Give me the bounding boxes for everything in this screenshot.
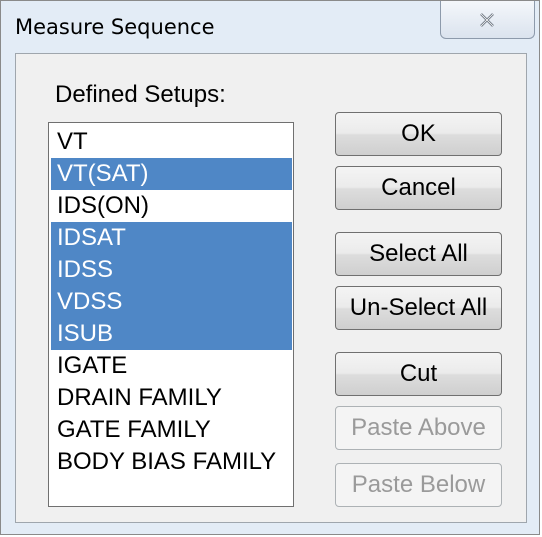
unselect-all-button[interactable]: Un-Select All <box>335 286 502 330</box>
cut-button[interactable]: Cut <box>335 352 502 396</box>
list-item-gate-family[interactable]: GATE FAMILY <box>51 414 292 446</box>
list-item-vt-sat[interactable]: VT(SAT) <box>51 158 292 190</box>
title-bar[interactable]: Measure Sequence <box>1 1 539 53</box>
dialog-client-area: Defined Setups: VT VT(SAT) IDS(ON) IDSAT… <box>15 53 527 523</box>
measure-sequence-dialog: Measure Sequence Defined Setups: VT VT(S… <box>0 0 540 535</box>
list-item-idsat[interactable]: IDSAT <box>51 222 292 254</box>
list-item-drain-family[interactable]: DRAIN FAMILY <box>51 382 292 414</box>
paste-above-button[interactable]: Paste Above <box>335 406 502 450</box>
dialog-title: Measure Sequence <box>15 15 215 39</box>
close-button[interactable] <box>440 1 535 39</box>
list-item-ids-on[interactable]: IDS(ON) <box>51 190 292 222</box>
list-item-vt[interactable]: VT <box>51 126 292 158</box>
ok-button[interactable]: OK <box>335 112 502 156</box>
close-x-icon <box>480 13 494 27</box>
paste-below-button[interactable]: Paste Below <box>335 463 502 507</box>
list-item-body-bias-family[interactable]: BODY BIAS FAMILY <box>51 446 292 478</box>
defined-setups-listbox[interactable]: VT VT(SAT) IDS(ON) IDSAT IDSS VDSS ISUB … <box>48 122 294 507</box>
list-item-idss[interactable]: IDSS <box>51 254 292 286</box>
defined-setups-label: Defined Setups: <box>55 81 226 108</box>
select-all-button[interactable]: Select All <box>335 232 502 276</box>
list-item-isub[interactable]: ISUB <box>51 318 292 350</box>
list-item-igate[interactable]: IGATE <box>51 350 292 382</box>
cancel-button[interactable]: Cancel <box>335 166 502 210</box>
list-item-vdss[interactable]: VDSS <box>51 286 292 318</box>
